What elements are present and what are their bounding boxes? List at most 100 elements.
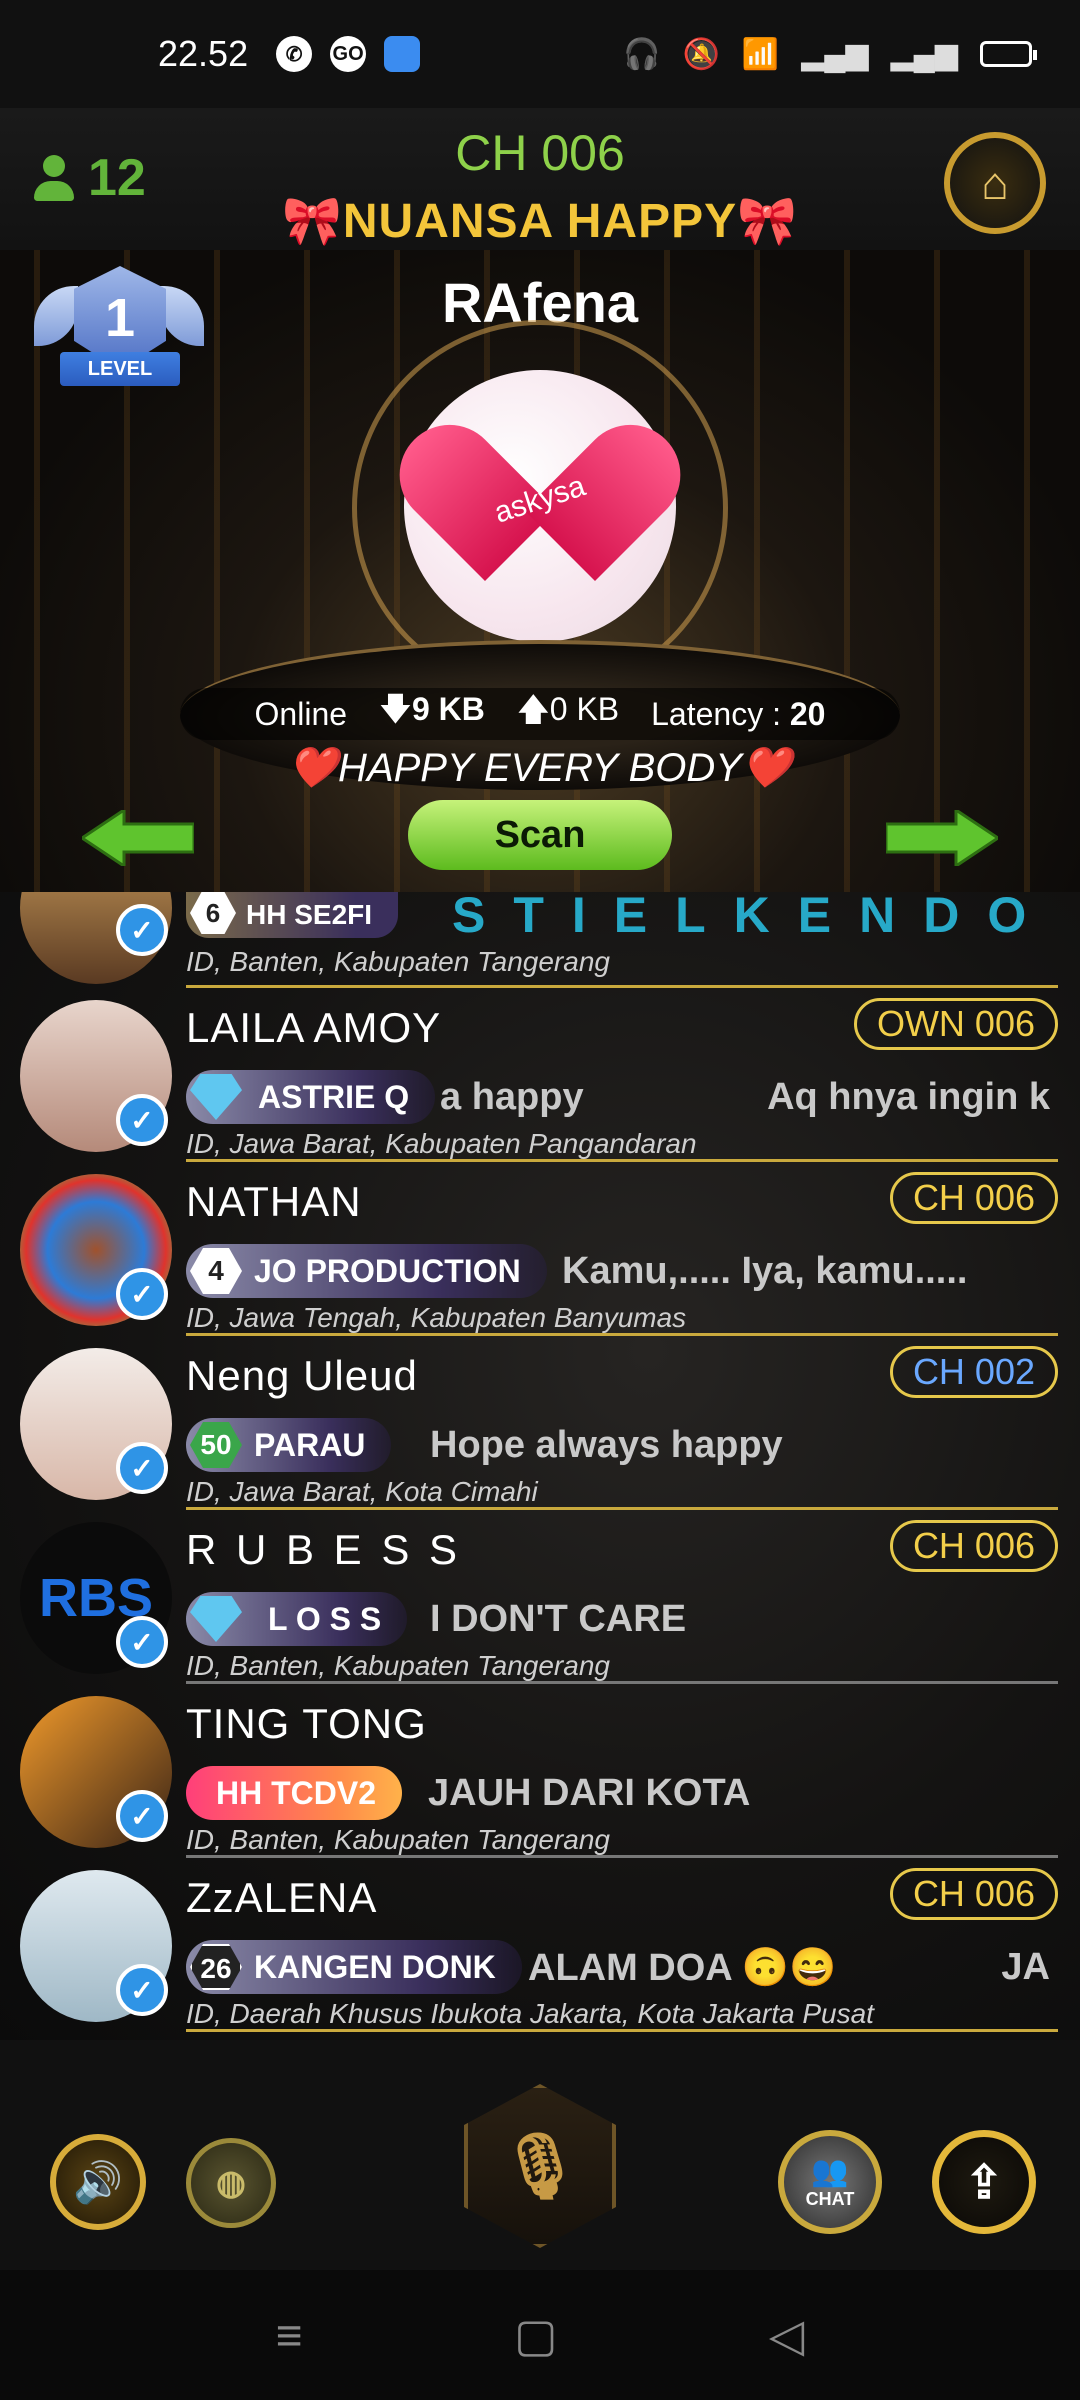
badge-label: ASTRIE Q <box>258 1079 410 1115</box>
connection-stats: Online 🡇9 KB 🡅0 KB Latency : 20 <box>180 688 900 740</box>
user-location: ID, Banten, Kabupaten Tangerang <box>186 946 610 977</box>
speaker-icon: 🔊 <box>73 2160 123 2205</box>
level-icon: 6 <box>190 892 236 934</box>
notification-icons: ✆ GO <box>276 36 421 72</box>
verified-icon: ✓ <box>116 1268 168 1320</box>
badge-label: JO PRODUCTION <box>254 1253 521 1289</box>
user-status-extra: JA <box>1001 1946 1050 1988</box>
upload-button[interactable]: ⇪ <box>932 2130 1036 2234</box>
whatsapp-icon: ✆ <box>276 36 313 72</box>
heart-icon: askysa <box>378 404 702 581</box>
chat-label: CHAT <box>805 2189 855 2209</box>
bottom-toolbar: 🔊 ◍ 🎙 👥 CHAT ⇪ <box>0 2040 1080 2270</box>
map-button[interactable]: ◍ <box>186 2138 276 2228</box>
user-badge: HH TCDV2 <box>186 1766 403 1820</box>
user-location: ID, Banten, Kabupaten Tangerang <box>186 1824 610 1855</box>
user-badge: 50 PARAU <box>186 1418 392 1472</box>
verified-icon: ✓ <box>116 1616 168 1668</box>
chat-icon: 👥 <box>811 2155 849 2188</box>
user-badge: 26 KANGEN DONK <box>186 1940 522 1994</box>
diamond-icon <box>190 1596 242 1642</box>
user-status: a happy <box>440 1076 584 1118</box>
system-nav-bar: ≡ ▢ ◁ <box>0 2270 1080 2400</box>
user-status: ALAM DOA 🙃😄 <box>528 1947 837 1989</box>
verified-icon: ✓ <box>116 1094 168 1146</box>
list-item[interactable]: ✓ NATHAN CH 006 4 JO PRODUCTION Kamu,...… <box>0 1162 1080 1336</box>
upload-arrow-icon: 🡅 <box>516 691 550 727</box>
user-name: LAILA AMOY <box>186 1004 442 1051</box>
latency-label: Latency : <box>651 695 781 732</box>
user-status: Hope always happy <box>430 1424 783 1466</box>
latency-value: 20 <box>789 695 826 732</box>
chat-button[interactable]: 👥 CHAT <box>778 2130 882 2234</box>
download-arrow-icon: 🡇 <box>379 691 412 727</box>
list-item[interactable]: ✓ TING TONG HH TCDV2 JAUH DARI KOTA ID, … <box>0 1684 1080 1858</box>
user-location: ID, Jawa Barat, Kota Cimahi <box>186 1476 538 1507</box>
speaker-button[interactable]: 🔊 <box>50 2134 146 2230</box>
map-icon: ◍ <box>216 2164 246 2202</box>
download-value: 9 KB <box>411 691 485 727</box>
user-name: ZzALENA <box>186 1874 378 1921</box>
list-item[interactable]: RBS ✓ R U B E S S CH 006 L O S S I DON'T… <box>0 1510 1080 1684</box>
channel-badge[interactable]: CH 006 <box>889 1868 1058 1920</box>
scan-button[interactable]: Scan <box>408 800 672 870</box>
user-list[interactable]: ✓ 6 HH SE2FI STIELKENDO ID, Banten, Kabu… <box>0 892 1080 2040</box>
badge-label: HH TCDV2 <box>216 1775 377 1811</box>
room-header: 12 CH 006 🎀NUANSA HAPPY🎀 ⌂ <box>0 108 1080 250</box>
upload-icon: ⇪ <box>964 2156 1004 2208</box>
channel-badge[interactable]: CH 006 <box>889 1520 1058 1572</box>
user-status: I DON'T CARE <box>430 1598 687 1640</box>
user-name: TING TONG <box>186 1700 427 1747</box>
home-button[interactable]: ⌂ <box>944 132 1046 234</box>
system-icons: 🎧 🔕 📶 ▂▄▆ ▂▄▆ <box>623 37 1037 72</box>
upload-value: 0 KB <box>549 691 620 727</box>
user-name: R U B E S S <box>186 1526 462 1573</box>
verified-icon: ✓ <box>116 1442 168 1494</box>
user-badge: L O S S <box>186 1592 408 1646</box>
user-badge: ASTRIE Q <box>186 1070 436 1124</box>
host-avatar[interactable]: askysa <box>378 370 702 642</box>
user-badge: 6 HH SE2FI <box>186 892 399 938</box>
channel-badge[interactable]: OWN 006 <box>853 998 1058 1050</box>
badge-label: PARAU <box>254 1427 366 1463</box>
latency-stat: Latency : 20 <box>651 696 825 733</box>
channel-badge[interactable]: CH 002 <box>889 1346 1058 1398</box>
room-motto: ❤️HAPPY EVERY BODY❤️ <box>288 746 792 790</box>
back-icon[interactable]: ◁ <box>769 2308 804 2362</box>
channel-badge[interactable]: CH 006 <box>889 1172 1058 1224</box>
host-stage: 1 LEVEL RAfena askysa Online 🡇9 KB 🡅0 KB… <box>0 250 1080 892</box>
list-item[interactable]: ✓ ZzALENA CH 006 26 KANGEN DONK ALAM DOA… <box>0 1858 1080 2032</box>
level-label: LEVEL <box>60 352 180 386</box>
user-status-extra: Aq hnya ingin k <box>767 1076 1050 1118</box>
user-location: ID, Daerah Khusus Ibukota Jakarta, Kota … <box>186 1998 874 2029</box>
channel-title: CH 006 <box>455 125 625 181</box>
user-location: ID, Banten, Kabupaten Tangerang <box>186 1650 610 1681</box>
battery-icon <box>980 41 1037 67</box>
microphone-button[interactable]: 🎙 <box>464 2084 616 2248</box>
home-icon: ⌂ <box>981 157 1009 209</box>
menu-icon[interactable]: ≡ <box>276 2308 303 2362</box>
go-icon: GO <box>330 36 367 72</box>
level-icon: 4 <box>190 1248 242 1294</box>
wifi-icon: 📶 <box>741 37 780 71</box>
previous-arrow-button[interactable] <box>82 810 194 866</box>
signal-icon: ▂▄▆ <box>890 37 958 71</box>
home-nav-icon[interactable]: ▢ <box>514 2308 557 2362</box>
mute-icon: 🔕 <box>682 37 720 71</box>
app-icon <box>384 36 421 72</box>
list-item[interactable]: ✓ Neng Uleud CH 002 50 PARAU Hope always… <box>0 1336 1080 1510</box>
next-arrow-button[interactable] <box>886 810 998 866</box>
signal-icon: ▂▄▆ <box>801 37 869 71</box>
level-icon: 26 <box>190 1944 242 1990</box>
microphone-icon: 🎙 <box>499 2129 581 2202</box>
badge-label: KANGEN DONK <box>254 1949 496 1985</box>
status-time: 22.52 <box>158 33 249 74</box>
level-icon: 50 <box>190 1422 242 1468</box>
list-item[interactable]: ✓ 6 HH SE2FI STIELKENDO ID, Banten, Kabu… <box>0 892 1080 988</box>
online-label: Online <box>254 695 348 732</box>
divider <box>186 2029 1058 2032</box>
user-status: Kamu,..... Iya, kamu..... <box>562 1250 968 1292</box>
verified-icon: ✓ <box>116 1790 168 1842</box>
user-name: Neng Uleud <box>186 1352 418 1399</box>
list-item[interactable]: ✓ LAILA AMOY OWN 006 ASTRIE Q a happy Aq… <box>0 988 1080 1162</box>
